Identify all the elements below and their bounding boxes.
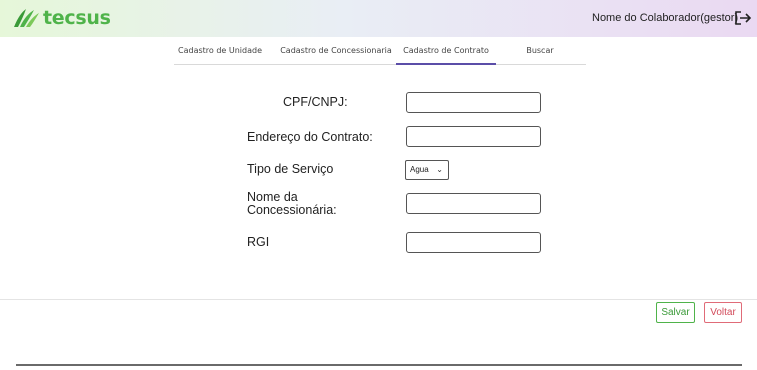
tipo-servico-value: Agua xyxy=(410,165,429,174)
tab-cadastro-unidade[interactable]: Cadastro de Unidade xyxy=(174,37,266,65)
user-name[interactable]: Nome do Colaborador(gestor) xyxy=(592,12,738,24)
tipo-servico-select[interactable]: Agua ⌄ xyxy=(405,160,449,180)
cpf-label: CPF/CNPJ: xyxy=(283,95,348,109)
tab-buscar[interactable]: Buscar xyxy=(510,37,570,65)
bottom-rule xyxy=(16,364,742,366)
brand-logo[interactable]: tecsus xyxy=(12,7,111,29)
tab-cadastro-concessionaria[interactable]: Cadastro de Concessionaria xyxy=(278,37,394,65)
tipo-servico-label: Tipo de Serviço xyxy=(247,162,334,176)
endereco-input[interactable] xyxy=(406,126,541,147)
logout-icon[interactable] xyxy=(734,9,752,27)
brand-name: tecsus xyxy=(43,7,111,29)
rgi-input[interactable] xyxy=(406,232,541,253)
tab-bar: Cadastro de Unidade Cadastro de Concessi… xyxy=(174,37,586,65)
top-header: tecsus Nome do Colaborador(gestor) xyxy=(0,0,757,37)
tab-cadastro-contrato[interactable]: Cadastro de Contrato xyxy=(396,37,496,65)
chevron-down-icon: ⌄ xyxy=(436,165,443,174)
rgi-label: RGI xyxy=(247,235,270,249)
cpf-input[interactable] xyxy=(406,92,541,113)
concessionaria-label: Nome da Concessionária: xyxy=(247,190,337,217)
leaf-logo-icon xyxy=(14,9,39,27)
back-button[interactable]: Voltar xyxy=(704,302,742,323)
save-button[interactable]: Salvar xyxy=(656,302,695,323)
endereco-label: Endereço do Contrato: xyxy=(247,130,373,144)
footer-divider xyxy=(0,299,757,300)
concessionaria-input[interactable] xyxy=(406,193,541,214)
